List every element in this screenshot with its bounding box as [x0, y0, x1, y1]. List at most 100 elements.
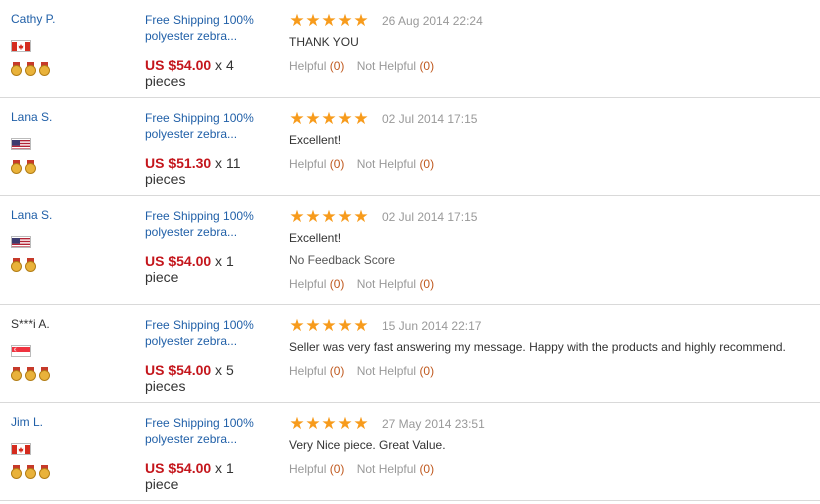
star-icon: ★ [353, 11, 369, 31]
review-content: ★ ★ ★ ★ ★ 26 Aug 2014 22:24 THANK YOU Helpful… [289, 11, 809, 73]
quantity: x 1 [211, 253, 234, 269]
medal-icon [39, 62, 50, 76]
not-helpful-button[interactable]: Not Helpful (0) [357, 59, 434, 73]
unit: pieces [145, 171, 186, 187]
helpful-count: (0) [329, 277, 345, 292]
review-comment: Excellent! [289, 231, 342, 246]
not-helpful-button[interactable]: Not Helpful (0) [357, 364, 434, 378]
product-info: Free Shipping 100% polyester zebra... US … [145, 110, 280, 187]
star-icon: ★ [289, 316, 305, 336]
unit: pieces [145, 73, 186, 89]
helpful-button[interactable]: Helpful (0) [289, 462, 344, 476]
helpful-count: (0) [329, 59, 345, 74]
medal-icon [11, 62, 22, 76]
vote-bar: Helpful (0) Not Helpful (0) [289, 462, 809, 476]
star-icon: ★ [305, 316, 321, 336]
unit: pieces [145, 378, 186, 394]
not-helpful-button[interactable]: Not Helpful (0) [357, 157, 434, 171]
review-row: Lana S. Free Shipping 100% polyester zebr… [0, 98, 820, 196]
medal-icon [25, 62, 36, 76]
price: US $54.00 [145, 57, 212, 73]
helpful-button[interactable]: Helpful (0) [289, 59, 344, 73]
helpful-button[interactable]: Helpful (0) [289, 364, 344, 378]
medal-icon [25, 465, 36, 479]
star-icon: ★ [305, 11, 321, 31]
product-info: Free Shipping 100% polyester zebra... US … [145, 317, 280, 394]
reviewer-name[interactable]: Lana S. [11, 110, 131, 124]
star-icon: ★ [337, 316, 353, 336]
review-content: ★ ★ ★ ★ ★ 15 Jun 2014 22:17 Seller was very f… [289, 316, 809, 378]
star-icon: ★ [353, 414, 369, 434]
medal-icon [11, 465, 22, 479]
star-icon: ★ [321, 207, 337, 227]
product-link[interactable]: Free Shipping 100% polyester zebra... [145, 317, 280, 349]
review-row: S***i A. Free Shipping 100% polyester zeb… [0, 305, 820, 403]
quantity: x 4 [211, 57, 234, 73]
reviewer-name[interactable]: Lana S. [11, 208, 131, 222]
review-comment: Very Nice piece. Great Value. [289, 438, 446, 453]
star-icon: ★ [353, 316, 369, 336]
feedback-score-note: No Feedback Score [289, 253, 396, 268]
buyer-level-medals [11, 465, 131, 479]
star-icon: ★ [337, 11, 353, 31]
review-row: Lana S. Free Shipping 100% polyester zebr… [0, 196, 820, 305]
review-date: 02 Jul 2014 17:15 [382, 209, 478, 224]
star-icon: ★ [305, 109, 321, 129]
not-helpful-button[interactable]: Not Helpful (0) [357, 277, 434, 291]
price: US $54.00 [145, 460, 212, 476]
medal-icon [11, 367, 22, 381]
review-comment: Excellent! [289, 133, 342, 148]
product-link[interactable]: Free Shipping 100% polyester zebra... [145, 110, 280, 142]
review-row: Cathy P. Free Shipping 100% polyester zeb… [0, 0, 820, 98]
medal-icon [25, 367, 36, 381]
star-icon: ★ [337, 109, 353, 129]
price-quantity: US $54.00 x 1 piece [145, 253, 280, 285]
review-date: 02 Jul 2014 17:15 [382, 111, 478, 126]
star-icon: ★ [289, 11, 305, 31]
star-icon: ★ [353, 207, 369, 227]
vote-bar: Helpful (0) Not Helpful (0) [289, 364, 809, 378]
product-link[interactable]: Free Shipping 100% polyester zebra... [145, 415, 280, 447]
product-info: Free Shipping 100% polyester zebra... US … [145, 12, 280, 89]
product-link[interactable]: Free Shipping 100% polyester zebra... [145, 208, 280, 240]
star-icon: ★ [321, 11, 337, 31]
buyer-level-medals [11, 367, 131, 381]
not-helpful-button[interactable]: Not Helpful (0) [357, 462, 434, 476]
star-rating: ★ ★ ★ ★ ★ [289, 207, 369, 227]
quantity: x 1 [211, 460, 234, 476]
not-helpful-count: (0) [419, 277, 435, 292]
medal-icon [11, 258, 22, 272]
star-rating: ★ ★ ★ ★ ★ [289, 414, 369, 434]
product-info: Free Shipping 100% polyester zebra... US … [145, 415, 280, 492]
reviewer-name: S***i A. [11, 317, 50, 331]
vote-bar: Helpful (0) Not Helpful (0) [289, 59, 809, 73]
not-helpful-count: (0) [419, 59, 435, 74]
feedback-list: Cathy P. Free Shipping 100% polyester zeb… [0, 0, 820, 501]
star-icon: ★ [305, 207, 321, 227]
medal-icon [39, 465, 50, 479]
unit: piece [145, 476, 179, 492]
medal-icon [39, 367, 50, 381]
helpful-button[interactable]: Helpful (0) [289, 157, 344, 171]
vote-bar: Helpful (0) Not Helpful (0) [289, 157, 809, 171]
product-info: Free Shipping 100% polyester zebra... US … [145, 208, 280, 285]
star-icon: ★ [337, 414, 353, 434]
product-link[interactable]: Free Shipping 100% polyester zebra... [145, 12, 280, 44]
buyer-level-medals [11, 258, 131, 272]
review-content: ★ ★ ★ ★ ★ 02 Jul 2014 17:15 Excellent! Helpfu… [289, 109, 809, 171]
review-date: 15 Jun 2014 22:17 [382, 318, 482, 333]
not-helpful-count: (0) [419, 364, 435, 379]
star-icon: ★ [289, 109, 305, 129]
reviewer-name[interactable]: Cathy P. [11, 12, 131, 26]
unit: piece [145, 269, 179, 285]
reviewer-name[interactable]: Jim L. [11, 415, 131, 429]
review-date: 26 Aug 2014 22:24 [382, 13, 483, 28]
price-quantity: US $51.30 x 11 pieces [145, 155, 280, 187]
star-icon: ★ [353, 109, 369, 129]
helpful-button[interactable]: Helpful (0) [289, 277, 344, 291]
star-rating: ★ ★ ★ ★ ★ [289, 316, 369, 336]
review-content: ★ ★ ★ ★ ★ 27 May 2014 23:51 Very Nice piece. … [289, 414, 809, 476]
review-content: ★ ★ ★ ★ ★ 02 Jul 2014 17:15 Excellent! No Fee… [289, 207, 809, 291]
canada-flag-icon [11, 40, 31, 52]
price-quantity: US $54.00 x 4 pieces [145, 57, 280, 89]
